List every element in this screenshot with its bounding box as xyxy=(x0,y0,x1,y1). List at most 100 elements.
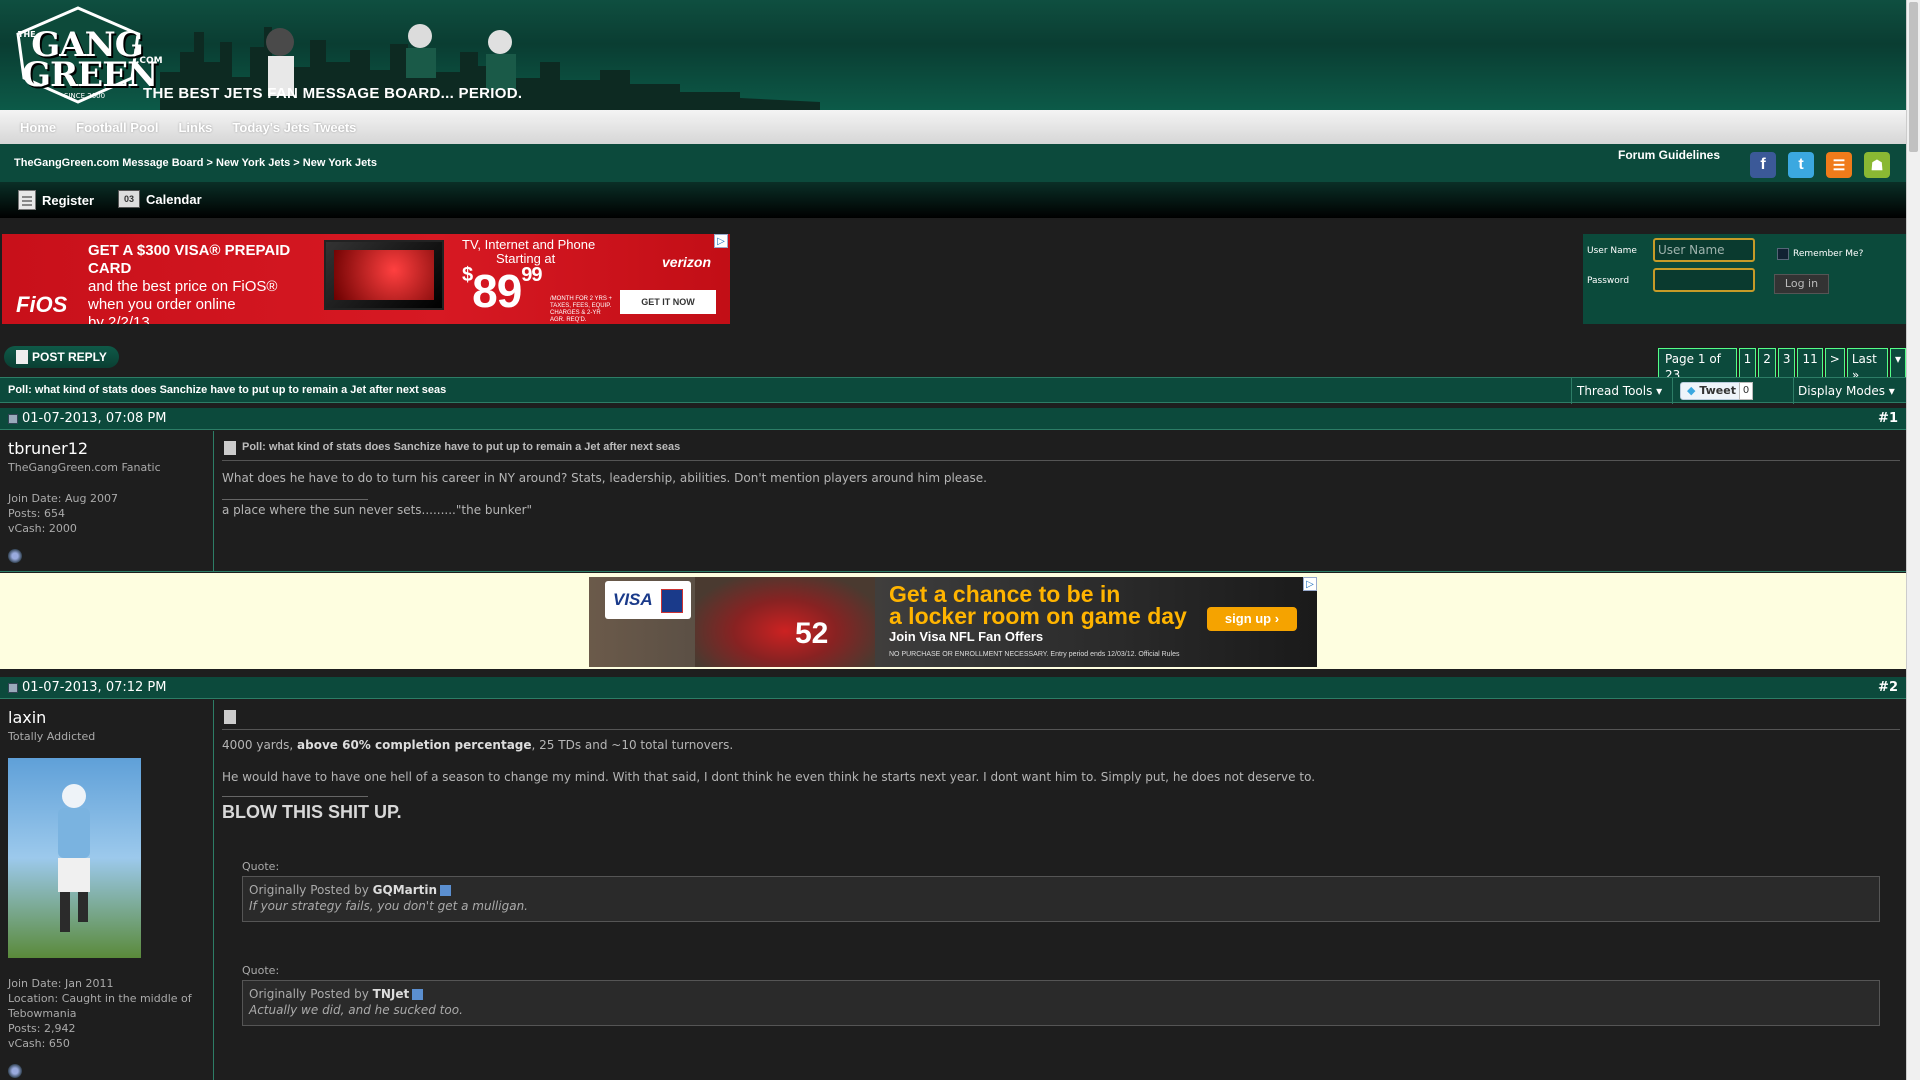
thread-tools-menu[interactable]: Thread Tools ▾ xyxy=(1577,384,1662,398)
post: laxin Totally Addicted Join Date: Jan 20… xyxy=(0,700,1906,1080)
join-date: Join Date: Jan 2011 xyxy=(8,977,114,990)
get-it-now-button[interactable]: GET IT NOW xyxy=(620,290,716,314)
register-link[interactable]: Register xyxy=(18,190,94,210)
quote-author-link[interactable]: GQMartin xyxy=(373,883,437,897)
nav-jets-tweets[interactable]: Today's Jets Tweets xyxy=(232,120,356,135)
quote-author-link[interactable]: TNJet xyxy=(373,987,410,1001)
post-number-link[interactable]: #2 xyxy=(1878,680,1898,695)
remember-checkbox[interactable] xyxy=(1777,248,1789,260)
nav-football-pool[interactable]: Football Pool xyxy=(76,120,158,135)
price-main: 89 xyxy=(472,265,522,317)
nav-home[interactable]: Home xyxy=(20,120,56,135)
fios-banner-ad[interactable]: FiOS GET A $300 VISA® PREPAID CARD and t… xyxy=(2,234,730,324)
view-post-icon[interactable] xyxy=(440,885,452,896)
post-reply-button[interactable]: POST REPLY xyxy=(4,346,119,368)
breadcrumb-sep: > xyxy=(203,157,217,169)
nfl-shield-icon xyxy=(661,589,683,613)
post-title-icon xyxy=(224,441,236,455)
reply-pagination-row: POST REPLY Page 1 of 23 1 2 3 11 > Last … xyxy=(0,344,1906,386)
quote-text: Actually we did, and he sucked too. xyxy=(249,1003,463,1017)
calendar-label: Calendar xyxy=(146,191,202,207)
location: Location: Caught in the middle of Tebowm… xyxy=(8,992,192,1020)
breadcrumb: TheGangGreen.com Message Board > New Yor… xyxy=(14,157,377,169)
scrollbar-thumb[interactable] xyxy=(1909,2,1918,152)
android-icon[interactable]: ☗ xyxy=(1864,152,1890,178)
visa-headline-2: a locker room on game day xyxy=(889,603,1187,629)
username-link[interactable]: laxin xyxy=(8,708,46,727)
site-logo[interactable]: THE GANG GREEN .COM SINCE 2000 xyxy=(8,4,163,104)
post-date: 01-07-2013, 07:12 PM xyxy=(8,680,166,695)
post-date-text: 01-07-2013, 07:12 PM xyxy=(22,680,167,695)
sign-up-button[interactable]: sign up › xyxy=(1207,607,1297,631)
login-form: User Name Password Remember Me? Log in xyxy=(1583,234,1906,324)
post-title-line: Poll: what kind of stats does Sanchize h… xyxy=(222,437,1900,461)
post-icon xyxy=(8,682,18,693)
football-player-image xyxy=(58,784,90,932)
signature-divider xyxy=(222,796,368,797)
fios-line4: by 2/2/13. xyxy=(88,314,154,324)
twitter-icon[interactable]: t xyxy=(1788,152,1814,178)
adchoices-icon[interactable]: ▷ xyxy=(1303,577,1317,591)
post-title-icon xyxy=(224,710,236,724)
remember-me[interactable]: Remember Me? xyxy=(1777,248,1863,260)
tv-image xyxy=(324,240,444,310)
password-input[interactable] xyxy=(1653,268,1755,292)
register-icon xyxy=(18,190,36,210)
signature: a place where the sun never sets........… xyxy=(222,503,533,517)
adchoices-icon[interactable]: ▷ xyxy=(714,234,728,248)
post-date: 01-07-2013, 07:08 PM xyxy=(8,411,166,426)
username-link[interactable]: tbruner12 xyxy=(8,439,88,458)
price-cents: 99 xyxy=(521,264,542,286)
breadcrumb-level1[interactable]: New York Jets xyxy=(216,157,290,169)
user-title: Totally Addicted xyxy=(8,730,96,743)
post-count: Posts: 654 xyxy=(8,507,65,520)
post-message-line1: 4000 yards, above 60% completion percent… xyxy=(222,738,733,752)
quote-attribution: Originally Posted by GQMartin xyxy=(249,883,1873,897)
vcash: vCash: 2000 xyxy=(8,522,77,535)
nav-links[interactable]: Links xyxy=(178,120,212,135)
visa-banner-ad[interactable]: VISA 52 Get a chance to be in a locker r… xyxy=(589,577,1317,667)
quote-block: Originally Posted by TNJet Actually we d… xyxy=(242,980,1880,1026)
user-toolbar: Register 03 Calendar xyxy=(0,182,1906,218)
fios-line3: when you order online xyxy=(88,296,236,313)
facebook-icon[interactable]: f xyxy=(1750,152,1776,178)
user-avatar[interactable] xyxy=(8,758,141,958)
calendar-link[interactable]: 03 Calendar xyxy=(118,190,202,208)
post-number-link[interactable]: #1 xyxy=(1878,411,1898,426)
verizon-logo: verizon xyxy=(662,254,712,270)
rss-icon[interactable]: ☰ xyxy=(1826,152,1852,178)
post-date-text: 01-07-2013, 07:08 PM xyxy=(22,411,167,426)
register-label: Register xyxy=(42,192,95,208)
breadcrumb-sep: > xyxy=(290,157,303,169)
breadcrumb-root[interactable]: TheGangGreen.com Message Board xyxy=(14,157,204,169)
post-title: Poll: what kind of stats does Sanchize h… xyxy=(242,441,681,453)
tweet-button[interactable]: ◆ Tweet xyxy=(1680,382,1743,400)
msg-text: , 25 TDs and ~10 total turnovers. xyxy=(531,738,734,752)
main-nav: Home Football Pool Links Today's Jets Tw… xyxy=(0,110,1906,144)
remember-label: Remember Me? xyxy=(1793,249,1864,259)
forum-guidelines-link[interactable]: Forum Guidelines xyxy=(1618,148,1720,162)
post-count: Posts: 2,942 xyxy=(8,1022,76,1035)
logo-since: SINCE 2000 xyxy=(64,92,106,100)
thread-title: Poll: what kind of stats does Sanchize h… xyxy=(8,384,447,396)
breadcrumb-level2[interactable]: New York Jets xyxy=(303,157,377,169)
divider xyxy=(1793,378,1794,404)
login-button[interactable]: Log in xyxy=(1774,274,1829,294)
tweet-label: Tweet xyxy=(1699,384,1736,397)
fios-right1: TV, Internet and Phone xyxy=(462,237,596,252)
user-stats: Join Date: Aug 2007 Posts: 654 vCash: 20… xyxy=(8,491,118,536)
view-post-icon[interactable] xyxy=(412,989,424,1000)
user-title: TheGangGreen.com Fanatic xyxy=(8,461,161,474)
site-tagline: THE BEST JETS FAN MESSAGE BOARD... PERIO… xyxy=(143,85,523,102)
post-title-line xyxy=(222,706,1900,730)
quote-text: If your strategy fails, you don't get a … xyxy=(249,899,528,913)
divider xyxy=(1672,378,1673,404)
site-header: THE GANG GREEN .COM SINCE 2000 THE BEST … xyxy=(0,0,1906,110)
page-scrollbar[interactable] xyxy=(1906,0,1920,1080)
quote-prefix: Originally Posted by xyxy=(249,883,373,897)
display-modes-menu[interactable]: Display Modes ▾ xyxy=(1798,384,1895,398)
user-info: laxin Totally Addicted Join Date: Jan 20… xyxy=(0,700,214,1080)
visa-ad-row: VISA 52 Get a chance to be in a locker r… xyxy=(0,573,1906,669)
quote-label: Quote: xyxy=(242,860,280,873)
username-input[interactable] xyxy=(1653,238,1755,262)
